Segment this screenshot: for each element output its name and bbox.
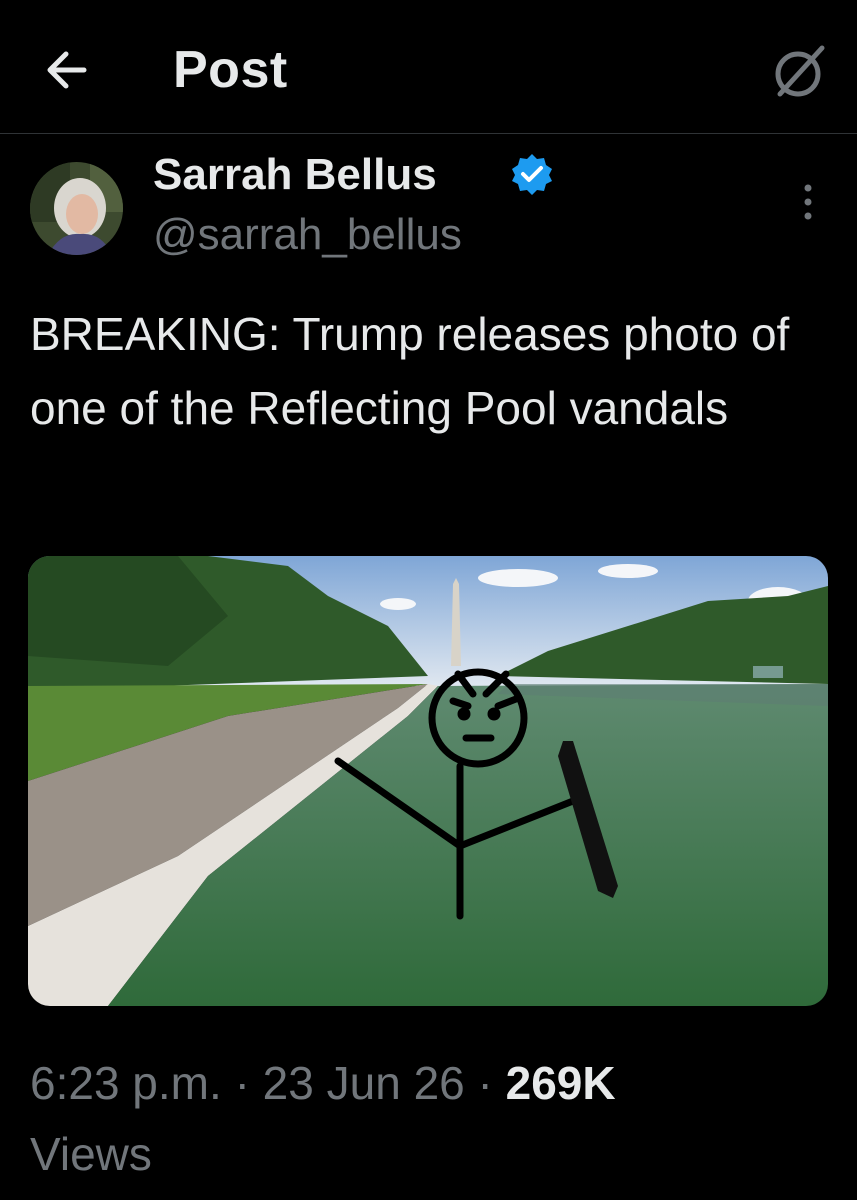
meta-separator: · [234,1057,250,1109]
back-button[interactable] [38,45,98,95]
post-time[interactable]: 6:23 p.m. [30,1057,222,1109]
top-bar: Post [0,0,857,134]
author-name[interactable]: Sarrah Bellus [153,150,437,200]
page-title: Post [173,41,288,99]
avatar[interactable] [30,162,123,255]
arrow-left-icon [47,51,87,89]
post-text: BREAKING: Trump releases photo of one of… [30,308,790,434]
meta-separator: · [477,1057,493,1109]
views-label: Views [30,1128,152,1181]
more-vertical-icon [804,184,812,220]
grok-icon [775,45,825,97]
views-count[interactable]: 269K [506,1057,616,1109]
grok-button[interactable] [770,42,830,102]
post-date[interactable]: 23 Jun 26 [263,1057,465,1109]
post-meta: 6:23 p.m. · 23 Jun 26 · 269K Views [30,1048,830,1191]
post-image[interactable] [28,556,828,1006]
author-handle[interactable]: @sarrah_bellus [153,210,462,260]
verified-badge-icon [512,154,552,195]
more-options-button[interactable] [793,180,823,224]
